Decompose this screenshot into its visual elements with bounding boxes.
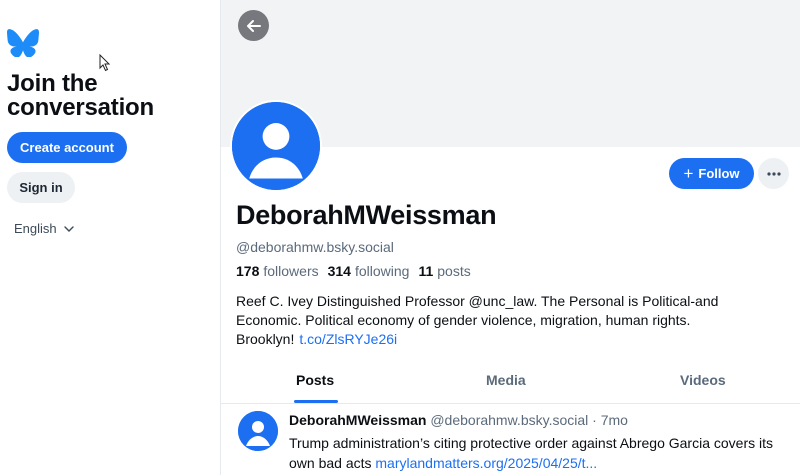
profile-avatar[interactable] [230,100,322,192]
tab-media[interactable]: Media [486,372,526,388]
plus-icon: + [683,163,694,183]
arrow-left-icon [246,19,261,32]
display-name: DeborahMWeissman [236,200,497,230]
sign-in-button[interactable]: Sign in [7,172,75,203]
followers-stat[interactable]: 178 followers [236,263,319,279]
back-button[interactable] [238,10,269,41]
posts-label: posts [437,263,471,279]
post-time[interactable]: 7mo [601,412,628,428]
follow-label: Follow [698,166,740,181]
ellipsis-icon [766,171,781,176]
active-tab-indicator [294,400,338,403]
butterfly-icon[interactable] [7,29,39,57]
posts-stat: 11 posts [418,263,470,279]
followers-count: 178 [236,263,260,279]
post-header: DeborahMWeissman @deborahmw.bsky.social … [289,412,628,428]
profile-main: + Follow DeborahMWeissman @deborahmw.bsk… [221,0,800,475]
posts-count: 11 [418,263,434,279]
mouse-cursor-icon [99,54,111,72]
language-select[interactable]: English [14,221,75,236]
profile-stats: 178 followers 314 following 11 posts [236,263,474,279]
default-avatar-icon [232,102,320,190]
post-handle[interactable]: @deborahmw.bsky.social [430,412,588,428]
tab-videos[interactable]: Videos [680,372,726,388]
post-separator: · [592,412,597,428]
join-title-line1: Join the [7,70,98,97]
follow-button[interactable]: + Follow [669,158,754,189]
language-label: English [14,221,57,236]
following-label: following [354,263,410,279]
bio-link[interactable]: t.co/ZlsRYJe26i [299,331,397,347]
join-title-line2: conversation [7,94,154,121]
following-stat[interactable]: 314 following [328,263,410,279]
feed-post[interactable]: DeborahMWeissman @deborahmw.bsky.social … [221,404,800,475]
join-title: Join the conversation [7,72,154,120]
post-author[interactable]: DeborahMWeissman [289,412,426,428]
following-count: 314 [327,263,351,279]
post-avatar[interactable] [238,411,278,451]
followers-label: followers [263,263,319,279]
profile-bio: Reef C. Ivey Distinguished Professor @un… [236,292,781,349]
profile-tabs: Posts Media Videos [221,360,800,404]
sidebar: Join the conversation Create account Sig… [0,0,221,475]
post-text: Trump administration’s citing protective… [289,433,789,473]
chevron-down-icon [63,225,74,232]
more-options-button[interactable] [758,158,789,189]
create-account-button[interactable]: Create account [7,132,127,163]
tab-posts[interactable]: Posts [296,372,334,388]
default-avatar-icon [238,411,278,451]
post-link[interactable]: marylandmatters.org/2025/04/25/t... [375,455,597,471]
profile-handle: @deborahmw.bsky.social [236,239,394,255]
